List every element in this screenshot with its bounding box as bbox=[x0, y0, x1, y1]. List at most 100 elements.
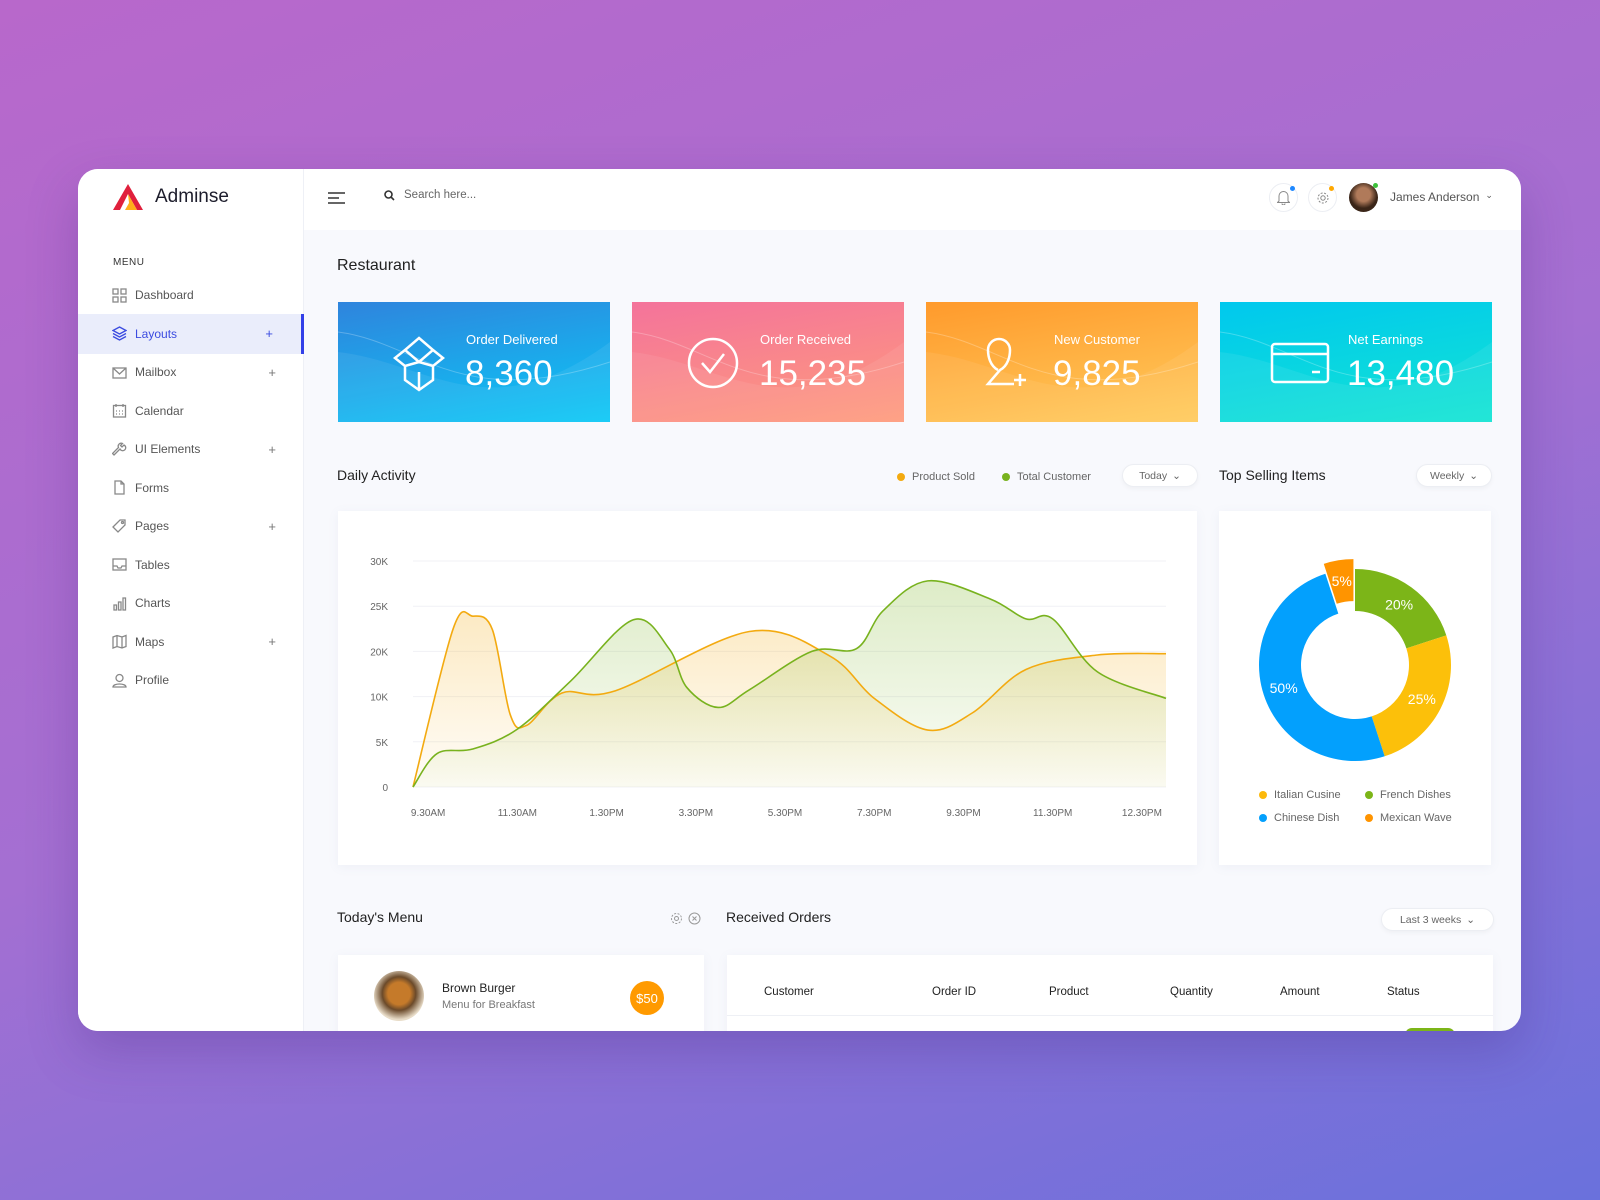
sidebar-item-label: Profile bbox=[135, 673, 170, 687]
todays-menu-title: Today's Menu bbox=[337, 909, 423, 925]
stat-label: Net Earnings bbox=[1348, 332, 1424, 347]
logo[interactable]: Adminse bbox=[111, 183, 229, 211]
column-header[interactable]: Quantity bbox=[1170, 986, 1213, 998]
top-selling-panel: 20% 25% 50% 5% Italian Cusine French Dishes C… bbox=[1219, 511, 1491, 865]
column-header[interactable]: Amount bbox=[1280, 986, 1320, 998]
daily-activity-chart-panel: 0 5K 10K 20K 25K 30K 9.30AM 11.30AM 1.30PM 3.30PM… bbox=[338, 511, 1197, 865]
legend-item: Chinese Dish bbox=[1259, 812, 1339, 824]
logo-icon bbox=[113, 184, 143, 210]
sidebar-item-maps[interactable]: Maps + bbox=[78, 622, 304, 662]
received-orders-title: Received Orders bbox=[726, 909, 832, 925]
close-icon[interactable] bbox=[688, 912, 701, 925]
column-header[interactable]: Status bbox=[1387, 986, 1420, 998]
layers-icon bbox=[112, 326, 127, 341]
column-header[interactable]: Order ID bbox=[932, 986, 976, 998]
settings-button[interactable] bbox=[1308, 183, 1337, 212]
stat-value: 15,235 bbox=[759, 354, 867, 393]
sidebar-item-pages[interactable]: Pages + bbox=[78, 506, 304, 546]
sidebar-item-dashboard[interactable]: Dashboard bbox=[78, 275, 304, 315]
sidebar-item-charts[interactable]: Charts bbox=[78, 583, 304, 623]
menu-heading: MENU bbox=[113, 257, 145, 268]
user-name: James Anderson bbox=[1390, 190, 1480, 204]
stat-value: 9,825 bbox=[1053, 354, 1141, 393]
menu-item-subtitle: Menu for Breakfast bbox=[442, 999, 535, 1011]
series-area-total-customer bbox=[413, 580, 1166, 787]
stat-card-net-earnings[interactable]: Net Earnings 13,480 bbox=[1220, 302, 1492, 422]
user-icon bbox=[112, 673, 127, 688]
credit-card-icon bbox=[1270, 342, 1330, 384]
stat-card-order-received[interactable]: Order Received 15,235 bbox=[632, 302, 904, 422]
column-header[interactable]: Customer bbox=[764, 986, 814, 998]
check-circle-icon bbox=[687, 337, 739, 389]
x-tick-label: 11.30AM bbox=[498, 808, 537, 819]
sidebar-item-calendar[interactable]: Calendar bbox=[78, 391, 304, 431]
top-selling-title: Top Selling Items bbox=[1219, 467, 1326, 483]
search-bar[interactable]: Search here... bbox=[384, 189, 476, 201]
chevron-down-icon: ⌄ bbox=[1485, 190, 1493, 200]
column-header[interactable]: Product bbox=[1049, 986, 1089, 998]
app-name: Adminse bbox=[155, 186, 229, 207]
weekly-filter-dropdown[interactable]: Weekly ⌄ bbox=[1416, 464, 1492, 487]
expand-plus-icon[interactable]: + bbox=[268, 634, 276, 649]
sidebar-item-tables[interactable]: Tables bbox=[78, 545, 304, 585]
sidebar-item-label: Dashboard bbox=[135, 288, 194, 302]
slice-label: 20% bbox=[1385, 596, 1413, 612]
y-tick-label: 10K bbox=[370, 693, 388, 704]
sidebar-item-ui-elements[interactable]: UI Elements + bbox=[78, 429, 304, 469]
calendar-icon bbox=[112, 404, 127, 418]
file-icon bbox=[114, 480, 125, 495]
hamburger-menu-icon[interactable] bbox=[328, 192, 345, 204]
add-user-icon bbox=[985, 337, 1026, 386]
expand-plus-icon[interactable]: + bbox=[268, 442, 276, 457]
avatar[interactable] bbox=[1349, 183, 1378, 212]
user-menu[interactable]: James Anderson ⌄ bbox=[1390, 190, 1493, 204]
y-tick-label: 30K bbox=[370, 557, 388, 568]
stat-card-order-delivered[interactable]: Order Delivered 8,360 bbox=[338, 302, 610, 422]
gear-icon bbox=[1317, 192, 1328, 203]
orders-filter-dropdown[interactable]: Last 3 weeks ⌄ bbox=[1381, 908, 1494, 931]
online-dot bbox=[1373, 183, 1378, 188]
chevron-down-icon: ⌄ bbox=[1466, 913, 1476, 926]
search-input[interactable]: Search here... bbox=[404, 189, 476, 201]
inbox-icon bbox=[112, 558, 127, 571]
sidebar-item-label: UI Elements bbox=[135, 442, 201, 456]
slice-label: 50% bbox=[1270, 680, 1298, 696]
sidebar-item-label: Pages bbox=[135, 519, 170, 533]
expand-plus-icon[interactable]: + bbox=[265, 326, 273, 341]
food-image bbox=[374, 971, 424, 1021]
stat-label: Order Received bbox=[760, 332, 852, 347]
x-tick-label: 9.30PM bbox=[946, 808, 980, 819]
x-tick-label: 1.30PM bbox=[589, 808, 623, 819]
x-tick-label: 5.30PM bbox=[768, 808, 802, 819]
stat-value: 13,480 bbox=[1347, 354, 1455, 393]
top-bar: Search here... James Anderson ⌄ bbox=[304, 169, 1521, 230]
x-tick-label: 7.30PM bbox=[857, 808, 891, 819]
search-icon bbox=[384, 189, 395, 201]
legend-item: French Dishes bbox=[1365, 789, 1451, 801]
menu-item-name[interactable]: Brown Burger bbox=[442, 981, 515, 995]
sidebar-item-label: Calendar bbox=[135, 403, 184, 418]
sidebar-item-layouts[interactable]: Layouts + bbox=[78, 313, 304, 354]
x-tick-label: 9.30AM bbox=[411, 808, 445, 819]
price-badge: $50 bbox=[630, 981, 664, 1015]
sidebar-item-label: Mailbox bbox=[135, 365, 177, 379]
stat-card-new-customer[interactable]: New Customer 9,825 bbox=[926, 302, 1198, 422]
sidebar-item-mailbox[interactable]: Mailbox + bbox=[78, 352, 304, 392]
stat-label: New Customer bbox=[1054, 332, 1140, 347]
sidebar-item-profile[interactable]: Profile bbox=[78, 660, 304, 700]
sidebar-item-forms[interactable]: Forms bbox=[78, 468, 304, 508]
settings-icon[interactable] bbox=[670, 912, 683, 925]
expand-plus-icon[interactable]: + bbox=[268, 365, 276, 380]
stat-value: 8,360 bbox=[465, 354, 553, 393]
top-selling-donut-chart: 20% 25% 50% 5% bbox=[1259, 559, 1451, 761]
expand-plus-icon[interactable]: + bbox=[268, 519, 276, 534]
app-window: Adminse MENU Dashboard Layouts + Mailbox + Ca… bbox=[78, 169, 1521, 1031]
map-icon bbox=[112, 634, 127, 649]
tag-icon bbox=[112, 518, 126, 533]
sidebar: Adminse MENU Dashboard Layouts + Mailbox + Ca… bbox=[78, 169, 304, 1031]
daily-filter-dropdown[interactable]: Today ⌄ bbox=[1122, 464, 1198, 487]
sidebar-item-label: Layouts bbox=[135, 326, 178, 341]
x-tick-label: 11.30PM bbox=[1033, 808, 1072, 819]
notifications-button[interactable] bbox=[1269, 183, 1298, 212]
sidebar-item-label: Tables bbox=[135, 557, 170, 572]
